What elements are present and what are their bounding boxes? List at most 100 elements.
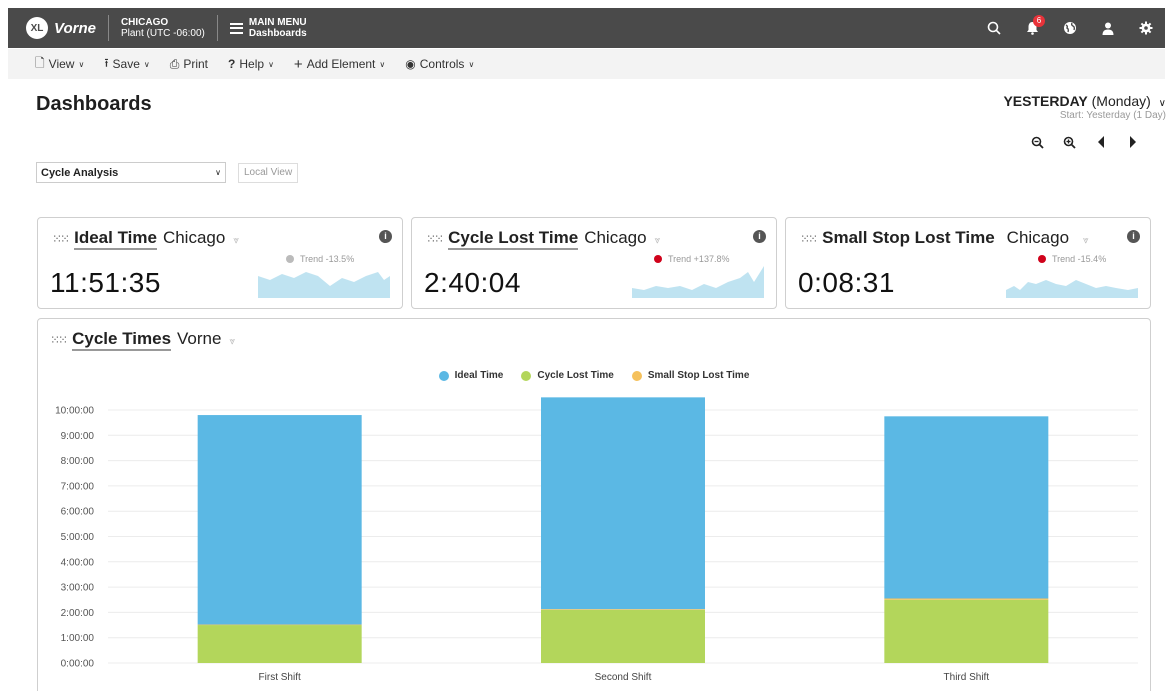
page-title: Dashboards: [36, 93, 152, 115]
kpi-card-small-stop-lost-time: ⁙⁙ Small Stop Lost Time Chicago ⩔ i Tren…: [785, 217, 1151, 309]
dashboard-select[interactable]: Cycle Analysis ∨: [36, 162, 226, 183]
date-range-start: Start: Yesterday (1 Day): [1059, 110, 1166, 121]
trend-dot: [654, 255, 662, 263]
chevron-down-icon: ∨: [215, 168, 221, 177]
x-tick-label: Second Shift: [595, 672, 652, 683]
bar-segment-ideal-time[interactable]: [884, 416, 1049, 599]
chevron-down-icon[interactable]: ⩔: [655, 235, 661, 246]
x-tick-label: Third Shift: [944, 672, 990, 683]
globe-icon[interactable]: [1051, 8, 1089, 48]
bar-segment-ideal-time[interactable]: [541, 397, 705, 610]
logo-badge-icon: XL: [26, 17, 48, 39]
trend-label: Trend +137.8%: [668, 254, 730, 264]
zoom-in-icon[interactable]: [1053, 136, 1085, 152]
document-icon: 🗋: [35, 55, 45, 70]
add-element-menu[interactable]: + Add Element ∨: [294, 56, 385, 73]
chevron-down-icon: ∨: [468, 59, 475, 69]
drag-handle-icon[interactable]: ⁙⁙: [800, 232, 818, 246]
cycle-times-panel: ⁙⁙ Cycle Times Vorne ⩔ Ideal Time Cycle …: [37, 318, 1151, 691]
hamburger-icon: [229, 22, 243, 34]
gear-icon[interactable]: [1127, 8, 1165, 48]
card-title[interactable]: Small Stop Lost Time: [822, 228, 995, 248]
y-tick-label: 8:00:00: [61, 456, 95, 467]
help-menu[interactable]: ? Help ∨: [228, 57, 274, 71]
save-menu[interactable]: ⭱ Save ∨: [104, 54, 149, 75]
y-tick-label: 1:00:00: [61, 633, 95, 644]
toolbar: 🗋 View ∨ ⭱ Save ∨ ⎙ Print ? Help ∨ + Add…: [8, 49, 1165, 79]
main-menu-current: Dashboards: [248, 28, 307, 39]
kpi-card-cycle-lost-time: ⁙⁙ Cycle Lost Time Chicago ⩔ i Trend +13…: [411, 217, 777, 309]
trend-indicator: Trend -13.5%: [286, 254, 354, 264]
controls-menu[interactable]: ◉ Controls ∨: [405, 57, 474, 71]
card-location: Chicago: [162, 228, 226, 247]
kpi-card-ideal-time: ⁙⁙ Ideal Time Chicago ⩔ i Trend -13.5% 1…: [37, 217, 403, 309]
bar-segment-small-stop-lost-time[interactable]: [197, 624, 362, 626]
trend-label: Trend -15.4%: [1052, 254, 1107, 264]
search-icon[interactable]: [975, 8, 1013, 48]
zoom-out-icon[interactable]: [1021, 136, 1053, 152]
chevron-down-icon: ∨: [143, 59, 150, 69]
add-element-label: Add Element: [306, 57, 376, 71]
logo-text: Vorne: [54, 19, 96, 37]
local-view-button[interactable]: Local View: [238, 163, 299, 183]
info-icon[interactable]: i: [753, 230, 766, 243]
trend-dot: [286, 255, 294, 263]
y-tick-label: 10:00:00: [55, 406, 94, 417]
chevron-down-icon: ∨: [1158, 98, 1166, 109]
sparkline-chart: [1006, 280, 1138, 298]
chevron-down-icon: ∨: [379, 59, 386, 69]
card-location: Chicago: [584, 228, 647, 247]
date-range-day: (Monday): [1087, 93, 1151, 109]
drag-handle-icon[interactable]: ⁙⁙: [52, 232, 70, 246]
chevron-down-icon[interactable]: ⩔: [1083, 235, 1089, 246]
info-icon[interactable]: i: [1127, 230, 1140, 243]
info-icon[interactable]: i: [379, 230, 392, 243]
bar-segment-ideal-time[interactable]: [197, 415, 362, 625]
user-icon[interactable]: [1089, 8, 1127, 48]
bar-segment-cycle-lost-time[interactable]: [884, 599, 1049, 663]
logo[interactable]: XL Vorne: [26, 8, 96, 48]
trend-indicator: Trend +137.8%: [654, 254, 729, 264]
bar-segment-small-stop-lost-time[interactable]: [541, 609, 705, 610]
card-title[interactable]: Ideal Time: [74, 228, 157, 250]
notification-badge: 6: [1033, 15, 1045, 27]
bell-icon[interactable]: 6: [1013, 8, 1051, 48]
chevron-down-icon: ∨: [268, 59, 274, 69]
kpi-value: 0:08:31: [798, 267, 895, 298]
y-tick-label: 6:00:00: [61, 507, 95, 518]
view-menu[interactable]: 🗋 View ∨: [35, 54, 84, 75]
y-tick-label: 4:00:00: [61, 557, 95, 568]
y-tick-label: 3:00:00: [61, 583, 95, 594]
print-label: Print: [183, 57, 209, 71]
sparkline-chart: [258, 272, 390, 298]
dashboard-select-value: Cycle Analysis: [41, 166, 119, 179]
bar-segment-small-stop-lost-time[interactable]: [884, 598, 1049, 600]
kpi-value: 2:40:04: [424, 267, 521, 298]
controls-label: Controls: [419, 57, 465, 71]
bar-segment-cycle-lost-time[interactable]: [197, 625, 362, 663]
previous-period-icon[interactable]: [1085, 136, 1117, 152]
location-selector[interactable]: CHICAGO Plant (UTC -06:00): [121, 17, 205, 39]
cycle-times-chart: 0:00:00 1:00:00 2:00:00 3:00:00 4:00:00 5:00:…: [55, 397, 1138, 683]
upload-icon: ⭱: [104, 55, 109, 70]
help-label: Help: [239, 57, 265, 71]
trend-dot: [1038, 255, 1046, 263]
next-period-icon[interactable]: [1117, 136, 1149, 152]
print-button[interactable]: ⎙ Print: [170, 57, 208, 72]
main-menu-label: MAIN MENU: [248, 17, 307, 28]
date-range-selector[interactable]: YESTERDAY (Monday) ∨ Start: Yesterday (1…: [1003, 93, 1166, 121]
bar-segment-cycle-lost-time[interactable]: [541, 609, 705, 663]
y-tick-label: 0:00:00: [61, 659, 95, 670]
x-tick-label: First Shift: [259, 672, 301, 683]
chevron-down-icon[interactable]: ⩔: [233, 235, 239, 246]
sparkline-chart: [632, 266, 764, 298]
plus-icon: +: [293, 55, 303, 73]
printer-icon: ⎙: [169, 56, 180, 71]
drag-handle-icon[interactable]: ⁙⁙: [426, 232, 444, 246]
y-tick-label: 7:00:00: [61, 481, 95, 492]
card-title[interactable]: Cycle Lost Time: [448, 228, 579, 250]
main-menu-button[interactable]: MAIN MENU Dashboards: [229, 17, 307, 39]
date-range-label: YESTERDAY: [1003, 93, 1088, 109]
time-navigation: [1021, 136, 1149, 152]
view-label: View: [48, 57, 75, 71]
